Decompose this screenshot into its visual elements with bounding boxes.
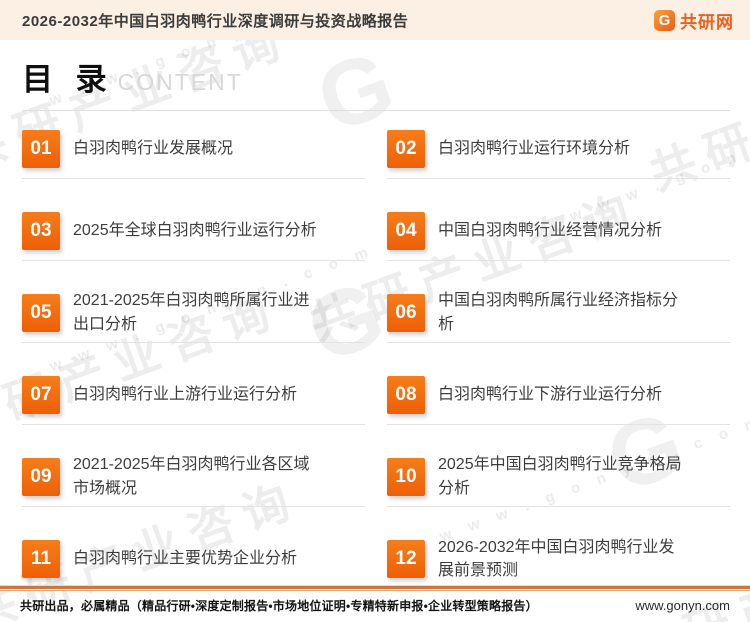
item-number-badge: 11: [22, 540, 60, 578]
toc-item-01: 01 白羽肉鸭行业发展概况: [22, 119, 365, 179]
toc-title-cn: 目 录: [22, 54, 114, 99]
item-number-badge: 03: [22, 212, 60, 250]
footer: 共研出品，必属精品（精品行研•深度定制报告•市场地位证明•专精特新申报•企业转型…: [0, 585, 750, 622]
item-label: 白羽肉鸭行业运行环境分析: [438, 137, 688, 160]
item-number-badge: 02: [387, 130, 425, 168]
item-number-badge: 12: [387, 540, 425, 578]
item-label: 2025年全球白羽肉鸭行业运行分析: [73, 219, 323, 242]
toc-item-06: 06 中国白羽肉鸭所属行业经济指标分析: [387, 283, 730, 343]
item-number-badge: 08: [387, 376, 425, 414]
item-number-badge: 05: [22, 294, 60, 332]
heading-divider: [22, 110, 730, 111]
toc-item-08: 08 白羽肉鸭行业下游行业运行分析: [387, 365, 730, 425]
toc-item-02: 02 白羽肉鸭行业运行环境分析: [387, 119, 730, 179]
header-bar: 2026-2032年中国白羽肉鸭行业深度调研与投资战略报告 G 共研网: [0, 0, 750, 40]
item-number-badge: 10: [387, 458, 425, 496]
item-label: 2021-2025年白羽肉鸭行业各区域市场概况: [73, 453, 323, 499]
item-label: 白羽肉鸭行业主要优势企业分析: [73, 547, 323, 570]
item-number-badge: 04: [387, 212, 425, 250]
item-label: 2026-2032年中国白羽肉鸭行业发展前景预测: [438, 536, 688, 582]
toc-item-10: 10 2025年中国白羽肉鸭行业竞争格局分析: [387, 447, 730, 507]
footer-slogan: 共研出品，必属精品（精品行研•深度定制报告•市场地位证明•专精特新申报•企业转型…: [20, 597, 538, 614]
brand-logo-text: 共研网: [680, 8, 734, 33]
item-label: 白羽肉鸭行业上游行业运行分析: [73, 383, 323, 406]
item-number-badge: 07: [22, 376, 60, 414]
toc-item-09: 09 2021-2025年白羽肉鸭行业各区域市场概况: [22, 447, 365, 507]
item-label: 2025年中国白羽肉鸭行业竞争格局分析: [438, 453, 688, 499]
item-label: 中国白羽肉鸭所属行业经济指标分析: [438, 289, 688, 335]
footer-row: 共研出品，必属精品（精品行研•深度定制报告•市场地位证明•专精特新申报•企业转型…: [0, 591, 750, 622]
report-title: 2026-2032年中国白羽肉鸭行业深度调研与投资战略报告: [22, 10, 408, 31]
item-number-badge: 09: [22, 458, 60, 496]
toc-heading: 目 录 CONTENT: [22, 54, 730, 99]
brand-logo: G 共研网: [654, 8, 734, 33]
brand-logo-icon: G: [654, 10, 675, 31]
toc-item-05: 05 2021-2025年白羽肉鸭所属行业进出口分析: [22, 283, 365, 343]
item-label: 白羽肉鸭行业下游行业运行分析: [438, 383, 688, 406]
toc-item-12: 12 2026-2032年中国白羽肉鸭行业发展前景预测: [387, 529, 730, 589]
report-toc-page: 共研产业咨询 w w w . g o n y n . c o m G 共研产业咨…: [0, 0, 750, 622]
toc-item-11: 11 白羽肉鸭行业主要优势企业分析: [22, 529, 365, 589]
toc-grid: 01 白羽肉鸭行业发展概况 02 白羽肉鸭行业运行环境分析 03 2025年全球…: [22, 119, 730, 589]
item-label: 白羽肉鸭行业发展概况: [73, 137, 323, 160]
toc-main: 目 录 CONTENT 01 白羽肉鸭行业发展概况 02 白羽肉鸭行业运行环境分…: [0, 40, 750, 589]
item-label: 中国白羽肉鸭行业经营情况分析: [438, 219, 688, 242]
item-label: 2021-2025年白羽肉鸭所属行业进出口分析: [73, 289, 323, 335]
item-number-badge: 06: [387, 294, 425, 332]
toc-title-en: CONTENT: [118, 69, 243, 96]
toc-item-04: 04 中国白羽肉鸭行业经营情况分析: [387, 201, 730, 261]
item-number-badge: 01: [22, 130, 60, 168]
toc-item-07: 07 白羽肉鸭行业上游行业运行分析: [22, 365, 365, 425]
toc-item-03: 03 2025年全球白羽肉鸭行业运行分析: [22, 201, 365, 261]
footer-website: www.gonyn.com: [635, 598, 730, 613]
